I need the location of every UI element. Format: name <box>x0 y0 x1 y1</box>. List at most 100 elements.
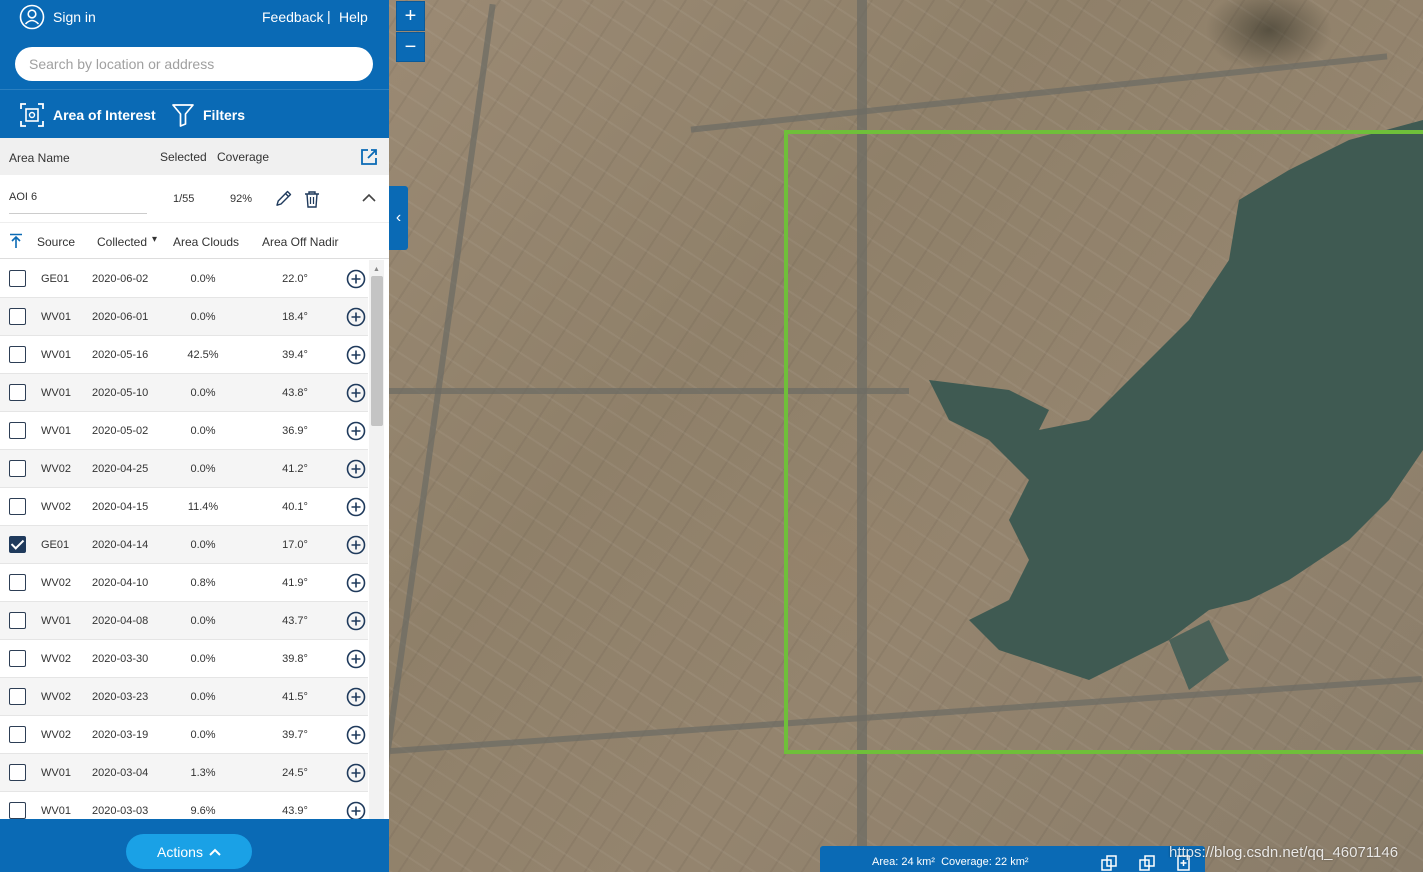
add-circle-icon[interactable] <box>346 725 366 745</box>
search-input[interactable] <box>15 47 373 81</box>
table-row[interactable]: WV01 2020-03-04 1.3% 24.5° <box>0 754 368 792</box>
aoi-row[interactable]: AOI 6 1/55 92% <box>0 175 389 223</box>
table-row[interactable]: WV01 2020-04-08 0.0% 43.7° <box>0 602 368 640</box>
zoom-in-button[interactable]: + <box>396 1 425 31</box>
sign-in-link[interactable]: Sign in <box>53 9 96 25</box>
row-checkbox[interactable] <box>9 498 26 515</box>
row-source: GE01 <box>41 539 70 551</box>
row-clouds: 0.0% <box>190 653 216 665</box>
table-row[interactable]: WV01 2020-05-10 0.0% 43.8° <box>0 374 368 412</box>
row-collected-date: 2020-03-30 <box>92 653 149 665</box>
area-name-header: Area Name <box>9 151 70 165</box>
header-separator: | <box>327 8 331 24</box>
row-checkbox[interactable] <box>9 270 26 287</box>
tab-area-of-interest[interactable]: Area of Interest <box>53 107 156 123</box>
zoom-out-button[interactable]: − <box>396 32 425 62</box>
row-checkbox[interactable] <box>9 460 26 477</box>
add-circle-icon[interactable] <box>346 649 366 669</box>
table-row[interactable]: WV02 2020-04-25 0.0% 41.2° <box>0 450 368 488</box>
off-nadir-column-header[interactable]: Area Off Nadir <box>262 235 338 249</box>
aoi-coverage: 92% <box>230 193 253 205</box>
add-circle-icon[interactable] <box>346 459 366 479</box>
row-checkbox[interactable] <box>9 384 26 401</box>
row-checkbox[interactable] <box>9 574 26 591</box>
trash-icon[interactable] <box>304 190 320 208</box>
actions-button[interactable]: Actions <box>126 834 252 869</box>
row-source: WV02 <box>41 653 71 665</box>
add-circle-icon[interactable] <box>346 497 366 517</box>
open-external-icon[interactable] <box>360 148 378 166</box>
layers-icon[interactable] <box>1100 854 1118 872</box>
add-circle-icon[interactable] <box>346 687 366 707</box>
row-clouds: 0.0% <box>190 691 216 703</box>
table-row[interactable]: WV01 2020-03-03 9.6% 43.9° <box>0 792 368 820</box>
table-row[interactable]: WV02 2020-03-30 0.0% 39.8° <box>0 640 368 678</box>
scrollbar-thumb[interactable] <box>371 276 383 426</box>
add-circle-icon[interactable] <box>346 801 366 820</box>
help-link[interactable]: Help <box>339 9 368 25</box>
add-circle-icon[interactable] <box>346 763 366 783</box>
scroll-up-arrow-icon[interactable]: ▲ <box>373 266 380 273</box>
user-icon[interactable] <box>19 4 45 30</box>
chevron-left-icon: ‹ <box>395 209 402 226</box>
pencil-icon[interactable] <box>276 190 292 208</box>
row-checkbox[interactable] <box>9 650 26 667</box>
row-clouds: 1.3% <box>190 767 216 779</box>
table-row[interactable]: WV01 2020-05-02 0.0% 36.9° <box>0 412 368 450</box>
tab-filters[interactable]: Filters <box>203 107 245 123</box>
aoi-name[interactable]: AOI 6 <box>9 191 37 203</box>
add-circle-icon[interactable] <box>346 383 366 403</box>
row-off-nadir: 43.8° <box>282 387 308 399</box>
row-source: WV01 <box>41 425 71 437</box>
add-circle-icon[interactable] <box>346 269 366 289</box>
row-checkbox[interactable] <box>9 802 26 819</box>
row-collected-date: 2020-06-01 <box>92 311 149 323</box>
row-checkbox[interactable] <box>9 726 26 743</box>
row-checkbox[interactable] <box>9 536 26 553</box>
row-checkbox[interactable] <box>9 764 26 781</box>
area-of-interest-icon <box>20 103 44 127</box>
row-collected-date: 2020-03-23 <box>92 691 149 703</box>
compare-icon[interactable] <box>1138 854 1156 872</box>
add-circle-icon[interactable] <box>346 345 366 365</box>
table-row[interactable]: WV02 2020-03-19 0.0% 39.7° <box>0 716 368 754</box>
table-row[interactable]: GE01 2020-06-02 0.0% 22.0° <box>0 260 368 298</box>
row-source: WV02 <box>41 463 71 475</box>
collapse-sidebar-button[interactable]: ‹ <box>389 186 408 250</box>
row-checkbox[interactable] <box>9 308 26 325</box>
watermark-text: https://blog.csdn.net/qq_46071146 <box>1169 844 1399 861</box>
row-collected-date: 2020-03-03 <box>92 805 149 817</box>
sidebar-footer: Actions <box>0 819 389 872</box>
chevron-up-icon[interactable] <box>362 193 376 203</box>
sort-descending-icon[interactable]: ▾ <box>152 234 157 245</box>
row-clouds: 0.0% <box>190 273 216 285</box>
table-row[interactable]: WV01 2020-06-01 0.0% 18.4° <box>0 298 368 336</box>
row-off-nadir: 39.8° <box>282 653 308 665</box>
coverage-header: Coverage <box>217 150 270 164</box>
row-checkbox[interactable] <box>9 346 26 363</box>
add-circle-icon[interactable] <box>346 611 366 631</box>
row-checkbox[interactable] <box>9 612 26 629</box>
feedback-link[interactable]: Feedback <box>262 9 323 25</box>
table-row[interactable]: WV02 2020-04-10 0.8% 41.9° <box>0 564 368 602</box>
row-source: WV02 <box>41 729 71 741</box>
add-circle-icon[interactable] <box>346 307 366 327</box>
add-circle-icon[interactable] <box>346 573 366 593</box>
image-list: GE01 2020-06-02 0.0% 22.0° WV01 2020-06-01 0.0… <box>0 260 368 820</box>
aoi-boundary <box>784 130 1423 754</box>
row-checkbox[interactable] <box>9 688 26 705</box>
clouds-column-header[interactable]: Area Clouds <box>173 235 239 249</box>
add-circle-icon[interactable] <box>346 421 366 441</box>
table-row[interactable]: WV01 2020-05-16 42.5% 39.4° <box>0 336 368 374</box>
row-off-nadir: 39.4° <box>282 349 308 361</box>
row-collected-date: 2020-05-10 <box>92 387 149 399</box>
collected-column-header[interactable]: Collected <box>97 235 147 249</box>
scroll-to-top-icon[interactable] <box>9 233 23 249</box>
table-row[interactable]: WV02 2020-04-15 11.4% 40.1° <box>0 488 368 526</box>
table-row[interactable]: GE01 2020-04-14 0.0% 17.0° <box>0 526 368 564</box>
satellite-map[interactable] <box>389 0 1423 872</box>
add-circle-icon[interactable] <box>346 535 366 555</box>
row-checkbox[interactable] <box>9 422 26 439</box>
source-column-header[interactable]: Source <box>37 235 75 249</box>
table-row[interactable]: WV02 2020-03-23 0.0% 41.5° <box>0 678 368 716</box>
